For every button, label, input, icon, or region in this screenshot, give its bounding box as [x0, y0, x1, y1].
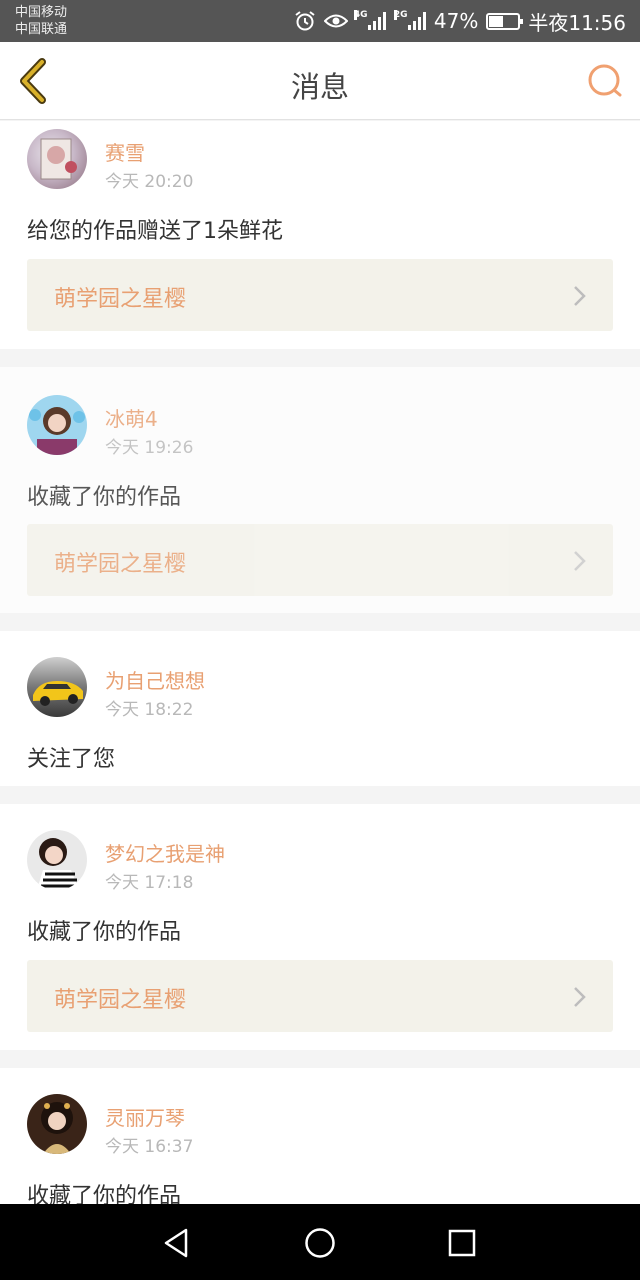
network-type-1: 4G	[353, 10, 368, 20]
message-text: 收藏了你的作品	[27, 485, 182, 510]
avatar-image	[33, 681, 83, 706]
signal-icon: 2G	[393, 10, 426, 30]
avatar[interactable]	[27, 657, 87, 717]
user-name[interactable]: 为自己想想	[105, 665, 205, 694]
timestamp: 今天 19:26	[105, 438, 194, 458]
list-item[interactable]: 梦幻之我是神 今天 17:18 收藏了你的作品 萌学园之星樱	[0, 804, 640, 1050]
app-header: 消息	[0, 42, 640, 120]
timestamp: 今天 16:37	[105, 1137, 194, 1157]
status-icons: 4G 2G 47% 半夜11:56	[294, 0, 626, 42]
timestamp: 今天 18:22	[105, 700, 194, 720]
avatar-image	[41, 1102, 73, 1154]
list-item[interactable]: 冰萌4 今天 19:26 收藏了你的作品 萌学园之星樱	[0, 367, 640, 613]
list-item[interactable]: 为自己想想 今天 18:22 关注了您	[0, 631, 640, 786]
message-text: 收藏了你的作品	[27, 1184, 182, 1204]
avatar-image	[37, 838, 79, 890]
navigation-bar	[0, 1204, 640, 1280]
work-link[interactable]: 萌学园之星樱	[27, 259, 613, 331]
carrier-2: 中国联通	[15, 22, 68, 37]
list-item[interactable]: 赛雪 今天 20:20 给您的作品赠送了1朵鲜花 萌学园之星樱	[0, 121, 640, 349]
message-text: 给您的作品赠送了1朵鲜花	[27, 219, 283, 244]
user-name[interactable]: 赛雪	[105, 137, 145, 166]
chevron-right-icon	[574, 551, 586, 571]
avatar[interactable]	[27, 830, 87, 890]
page-title: 消息	[290, 70, 349, 104]
user-name[interactable]: 梦幻之我是神	[105, 838, 225, 867]
carrier-1: 中国移动	[15, 5, 68, 20]
timestamp: 今天 17:18	[105, 873, 194, 893]
battery-percent: 47%	[433, 9, 479, 33]
eye-icon	[323, 14, 348, 28]
avatar[interactable]	[27, 395, 87, 455]
message-text: 关注了您	[27, 747, 116, 772]
work-title: 萌学园之星樱	[54, 552, 187, 577]
status-bar: 中国移动 中国联通 4G 2G 47% 半夜11:56	[0, 0, 640, 42]
battery-icon	[486, 12, 524, 30]
clock: 半夜11:56	[528, 10, 626, 35]
user-name[interactable]: 灵丽万琴	[105, 1102, 185, 1131]
chevron-right-icon	[574, 286, 586, 306]
carrier-labels: 中国移动 中国联通	[15, 4, 67, 38]
avatar[interactable]	[27, 129, 87, 189]
work-link[interactable]: 萌学园之星樱	[27, 524, 613, 596]
chevron-right-icon	[574, 987, 586, 1007]
square-recents-icon[interactable]	[445, 1226, 479, 1260]
avatar[interactable]	[27, 1094, 87, 1154]
circle-home-icon[interactable]	[303, 1226, 337, 1260]
work-title: 萌学园之星樱	[54, 287, 187, 312]
avatar-image	[29, 407, 85, 455]
message-list[interactable]: 赛雪 今天 20:20 给您的作品赠送了1朵鲜花 萌学园之星樱 冰萌4 今天 1…	[0, 121, 640, 1204]
signal-icon: 4G	[353, 10, 386, 30]
message-text: 收藏了你的作品	[27, 920, 182, 945]
network-type-2: 2G	[393, 10, 408, 20]
triangle-back-icon[interactable]	[160, 1226, 194, 1260]
work-title: 萌学园之星樱	[54, 988, 187, 1013]
alarm-icon	[295, 11, 315, 31]
timestamp: 今天 20:20	[105, 172, 194, 192]
avatar-image	[40, 138, 77, 180]
search-icon[interactable]	[586, 62, 624, 100]
user-name[interactable]: 冰萌4	[105, 403, 158, 432]
list-item[interactable]: 灵丽万琴 今天 16:37 收藏了你的作品	[0, 1068, 640, 1204]
work-link[interactable]: 萌学园之星樱	[27, 960, 613, 1032]
